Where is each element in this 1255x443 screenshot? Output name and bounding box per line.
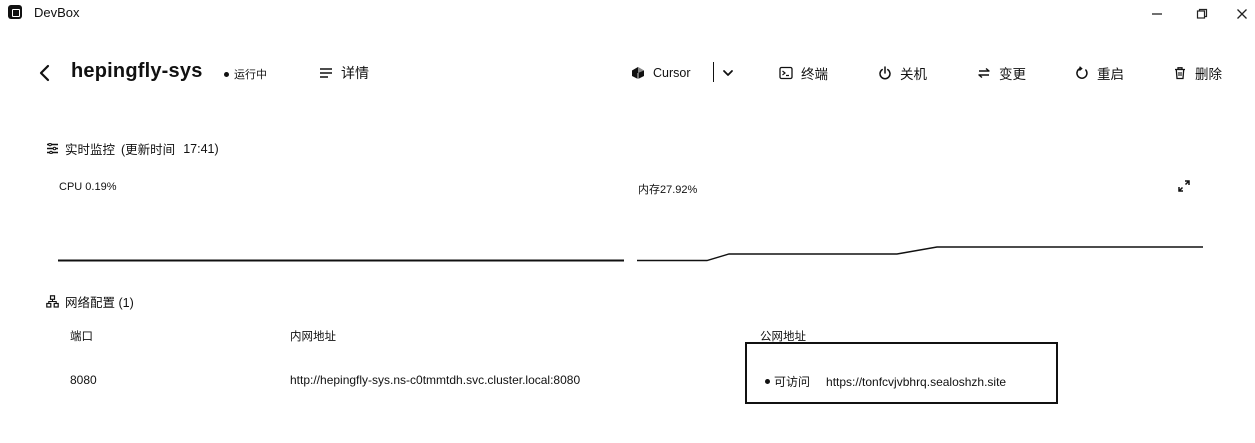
detail-label: 详情: [341, 65, 369, 81]
detail-button[interactable]: 详情: [319, 63, 369, 83]
cpu-usage-label: CPU 0.19%: [59, 181, 117, 193]
delete-label: 删除: [1195, 67, 1222, 82]
public-address-cell: 可访问 https://tonfcvjvbhrq.sealoshzh.site: [765, 373, 1006, 390]
network-icon: [46, 295, 59, 308]
change-label: 变更: [999, 67, 1026, 82]
shutdown-button[interactable]: 关机: [878, 63, 927, 83]
memory-chart-line: [637, 246, 1203, 262]
table-row: 8080 http://hepingfly-sys.ns-c0tmmtdh.sv…: [0, 366, 1255, 394]
column-header-internal: 内网地址: [290, 331, 336, 343]
list-icon: [320, 68, 332, 78]
memory-chart: [637, 246, 1203, 262]
internal-address-cell[interactable]: http://hepingfly-sys.ns-c0tmmtdh.svc.clu…: [290, 373, 580, 387]
update-time: 17:41): [183, 141, 219, 156]
back-button[interactable]: [36, 63, 56, 85]
status-dot: [224, 71, 229, 77]
public-url-link[interactable]: https://tonfcvjvbhrq.sealoshzh.site: [826, 375, 1006, 389]
shutdown-label: 关机: [900, 67, 927, 82]
trash-icon: [1175, 67, 1185, 80]
ide-dropdown-button[interactable]: [722, 63, 734, 83]
terminal-button[interactable]: 终端: [779, 63, 828, 83]
minimize-button[interactable]: [1144, 3, 1170, 25]
column-header-port: 端口: [70, 331, 93, 343]
monitor-section-title: 实时监控 (更新时间 17:41): [46, 139, 219, 158]
public-status: 可访问: [774, 375, 811, 389]
terminal-label: 终端: [801, 67, 828, 82]
cursor-logo-icon: [632, 67, 644, 79]
ide-split-divider: [713, 62, 714, 82]
network-title: 网络配置 (1): [65, 296, 134, 310]
network-section-title: 网络配置 (1): [46, 292, 134, 311]
status-badge: 运行中: [224, 66, 267, 82]
restore-icon: [1196, 8, 1208, 19]
accessible-dot: [765, 379, 770, 384]
change-button[interactable]: 变更: [977, 63, 1026, 83]
delete-button[interactable]: 删除: [1173, 63, 1222, 83]
app-logo-icon: [8, 5, 22, 19]
status-text: 运行中: [234, 69, 267, 81]
chevron-down-icon: [723, 70, 733, 76]
cursor-label: Cursor: [653, 66, 691, 80]
expand-icon: [1178, 180, 1190, 192]
open-in-cursor-button[interactable]: Cursor: [631, 63, 691, 83]
project-name: hepingfly-sys: [71, 60, 203, 82]
restart-icon: [1076, 66, 1088, 79]
restart-button[interactable]: 重启: [1075, 63, 1124, 83]
restart-label: 重启: [1097, 67, 1124, 82]
minimize-icon: [1152, 13, 1162, 15]
terminal-icon: [779, 66, 793, 80]
monitor-icon: [47, 143, 58, 154]
window-title: DevBox: [34, 5, 80, 20]
memory-usage-label: 内存27.92%: [638, 184, 698, 196]
close-icon: [1237, 9, 1247, 19]
monitor-title: 实时监控: [65, 143, 116, 157]
title-bar: DevBox: [0, 0, 1255, 30]
close-button[interactable]: [1229, 3, 1255, 25]
port-cell: 8080: [70, 373, 97, 387]
swap-arrows-icon: [978, 67, 990, 79]
expand-button[interactable]: [1177, 179, 1191, 198]
chevron-left-icon: [39, 64, 50, 82]
power-icon: [879, 66, 891, 80]
cpu-chart: [58, 259, 624, 262]
update-label: (更新时间: [121, 143, 176, 157]
maximize-button[interactable]: [1189, 3, 1215, 25]
